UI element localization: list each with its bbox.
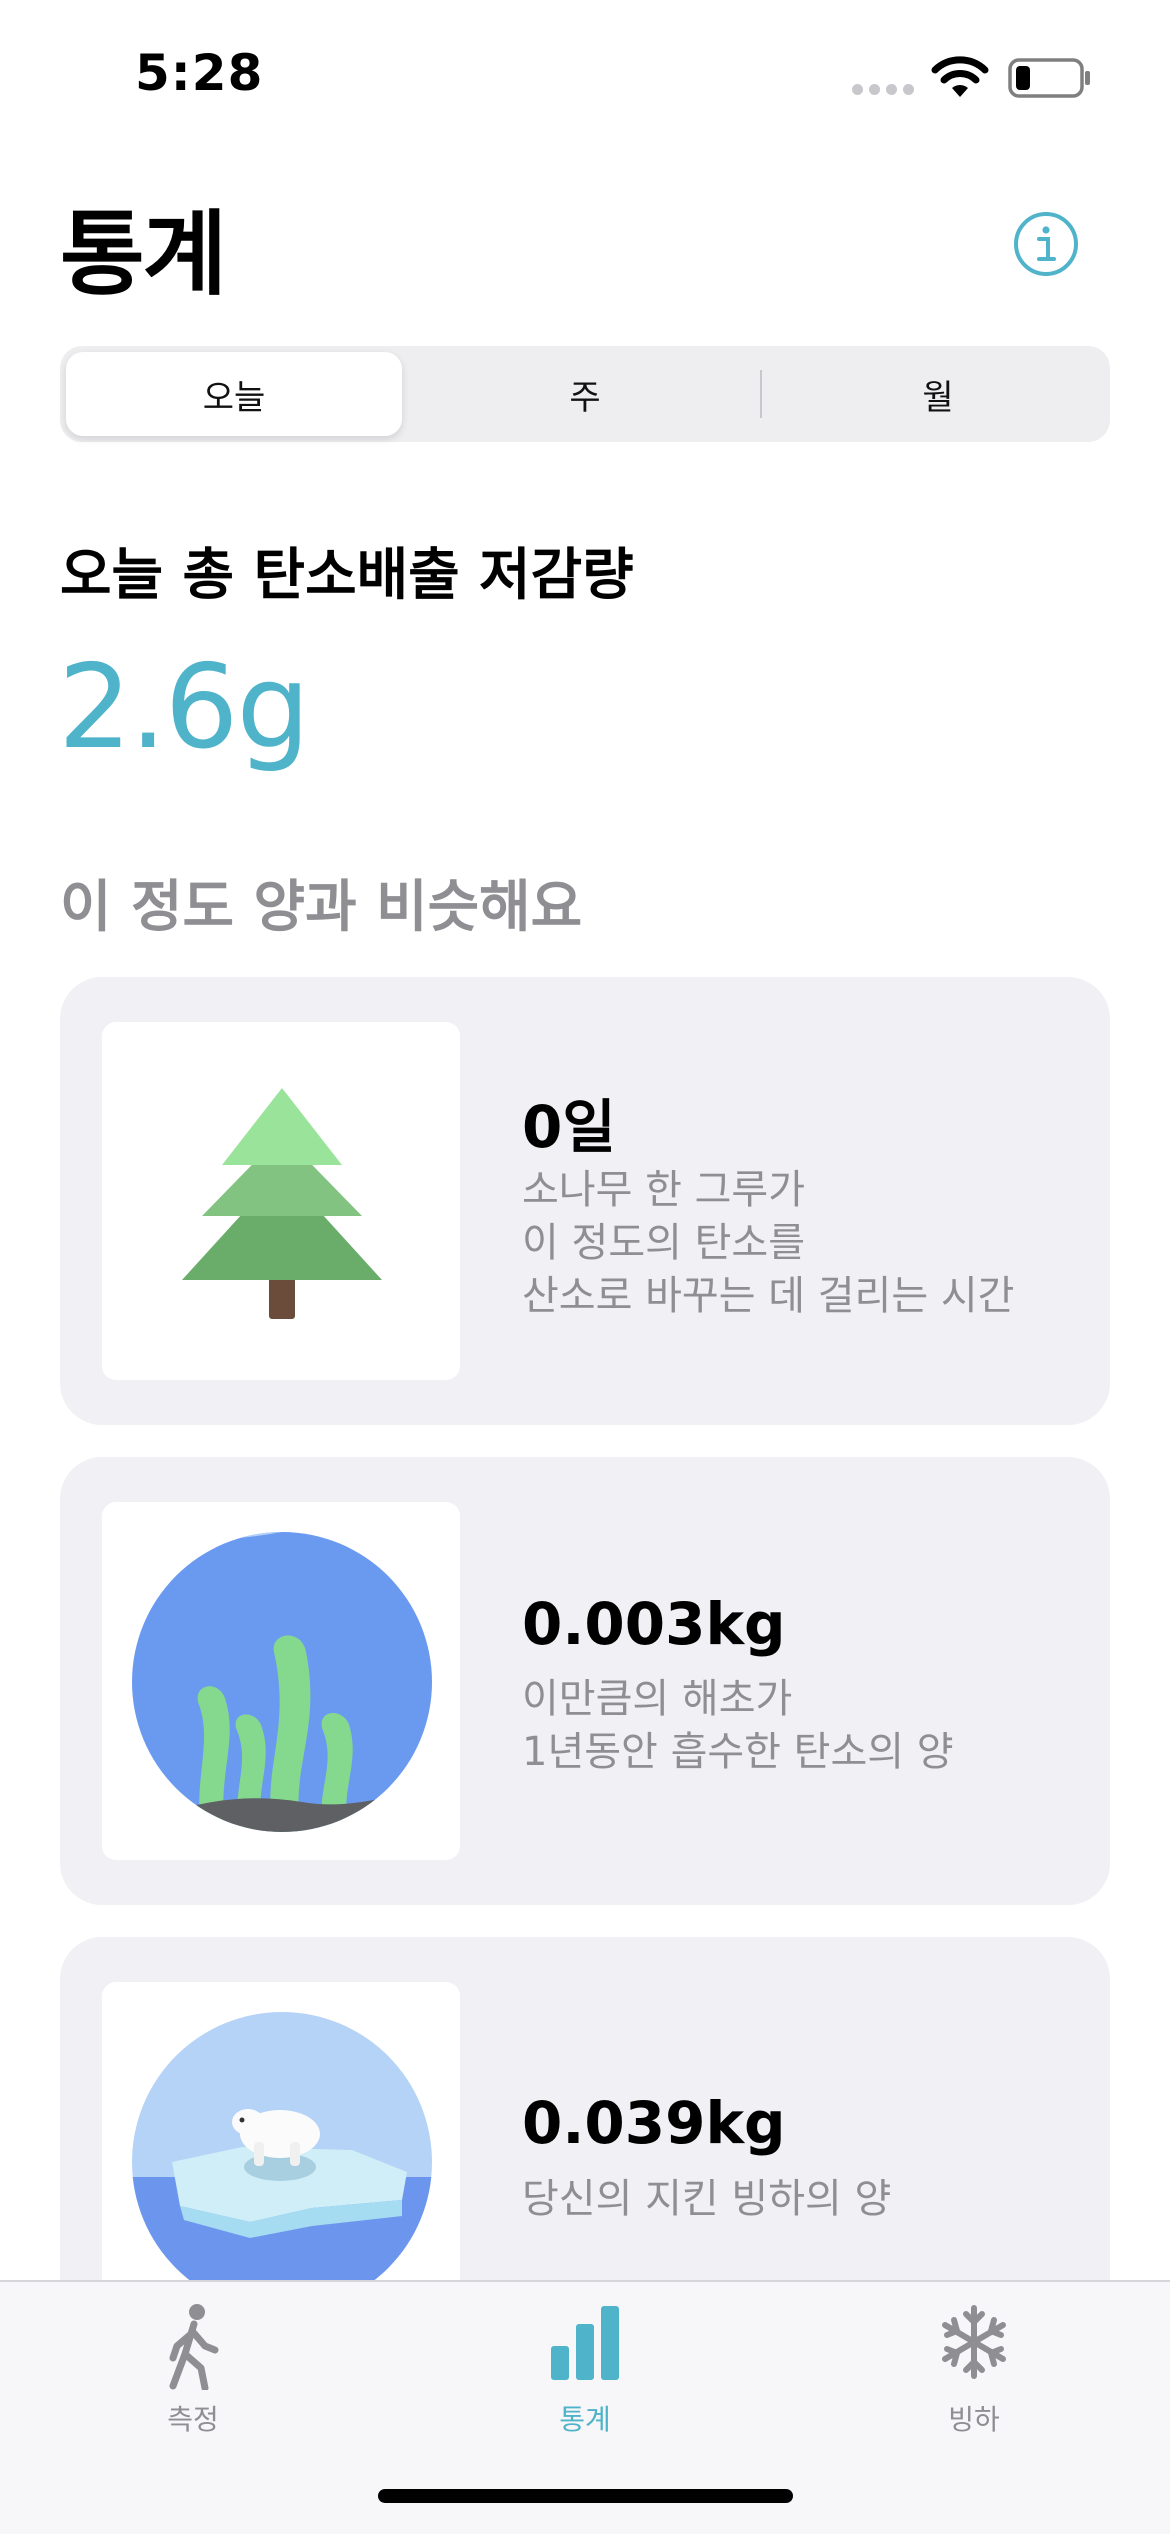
wifi-icon <box>931 56 989 97</box>
period-segmented-control: 오늘 주 월 <box>60 346 1110 442</box>
card-desc-seaweed: 이만큼의 해초가 1년동안 흡수한 탄소의 양 <box>522 1676 954 1775</box>
total-reduction-value: 2.6g <box>58 640 310 775</box>
comparison-card-seaweed: 0.003kg 이만큼의 해초가 1년동안 흡수한 탄소의 양 <box>60 1457 1110 1905</box>
tab-glacier-label: 빙하 <box>948 2403 1000 2436</box>
pine-tree-icon <box>182 1088 382 1319</box>
tab-stats[interactable]: 통계 <box>485 2302 685 2442</box>
card-value-seaweed: 0.003kg <box>522 1590 786 1658</box>
card-value-glacier: 0.039kg <box>522 2089 786 2157</box>
card-image-tree <box>102 1022 460 1380</box>
segment-divider <box>760 370 762 418</box>
bar-chart-icon <box>551 2306 619 2380</box>
card-value-tree: 0일 <box>522 1093 616 1161</box>
status-time: 5:28 <box>135 44 264 102</box>
snowflake-icon <box>942 2305 1006 2379</box>
seaweed-icon <box>132 1532 432 1832</box>
home-indicator <box>378 2489 793 2503</box>
battery-icon <box>1008 58 1090 98</box>
card-desc-tree: 소나무 한 그루가 이 정도의 탄소를 산소로 바꾸는 데 걸리는 시간 <box>522 1167 1015 1319</box>
segment-today[interactable]: 오늘 <box>66 352 402 436</box>
segment-month[interactable]: 월 <box>772 352 1104 436</box>
card-desc-glacier: 당신의 지킨 빙하의 양 <box>522 2176 892 2222</box>
tab-stats-label: 통계 <box>559 2403 611 2436</box>
status-bar: 5:28 <box>0 0 1170 150</box>
page-title: 통계 <box>60 201 227 308</box>
cellular-signal-icon <box>852 84 914 95</box>
tab-measure-label: 측정 <box>167 2403 219 2436</box>
tab-measure[interactable]: 측정 <box>93 2302 293 2442</box>
tab-glacier[interactable]: 빙하 <box>874 2302 1074 2442</box>
comparison-card-tree: 0일 소나무 한 그루가 이 정도의 탄소를 산소로 바꾸는 데 걸리는 시간 <box>60 977 1110 1425</box>
segment-week[interactable]: 주 <box>420 352 750 436</box>
walking-figure-icon <box>169 2304 219 2390</box>
card-image-seaweed <box>102 1502 460 1860</box>
summary-title: 오늘 총 탄소배출 저감량 <box>60 543 634 608</box>
info-icon[interactable] <box>1013 211 1079 277</box>
comparison-title: 이 정도 양과 비슷해요 <box>60 875 583 940</box>
